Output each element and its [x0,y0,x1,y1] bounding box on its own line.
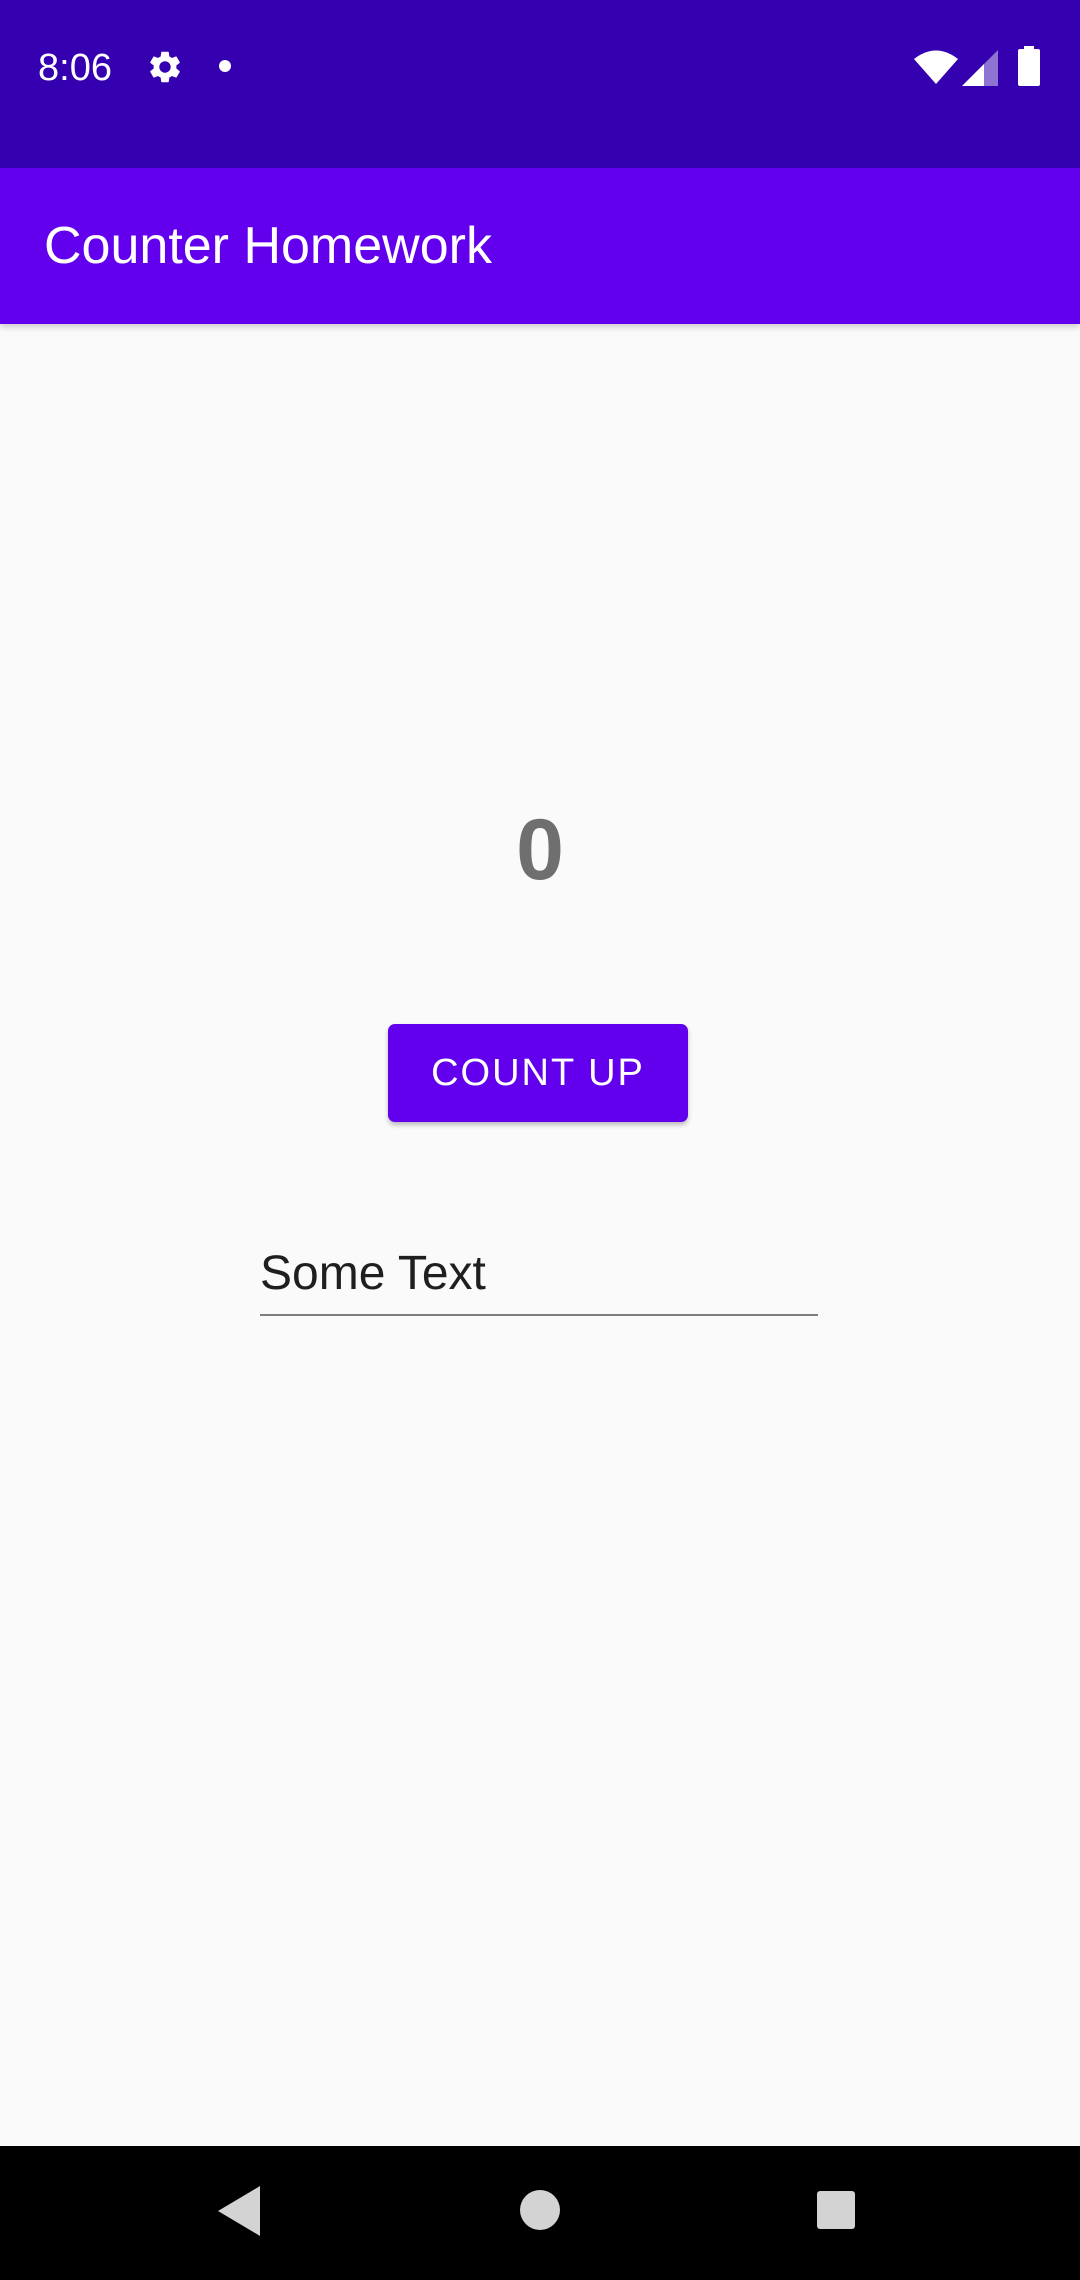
back-icon[interactable] [218,2186,260,2236]
status-time: 8:06 [38,47,112,89]
home-icon[interactable] [520,2190,560,2230]
status-bar: 8:06 [0,0,1080,168]
count-up-button[interactable]: COUNT UP [388,1024,688,1122]
wifi-icon [914,50,958,84]
recents-icon[interactable] [817,2191,855,2229]
app-title: Counter Homework [44,217,492,275]
battery-icon [1018,46,1040,86]
navigation-bar [0,2146,1080,2280]
signal-icon [962,50,998,86]
app-bar: Counter Homework [0,168,1080,324]
notification-dot-icon [219,60,231,72]
text-input[interactable] [260,1232,818,1316]
counter-value: 0 [516,802,564,898]
gear-icon [150,51,180,83]
